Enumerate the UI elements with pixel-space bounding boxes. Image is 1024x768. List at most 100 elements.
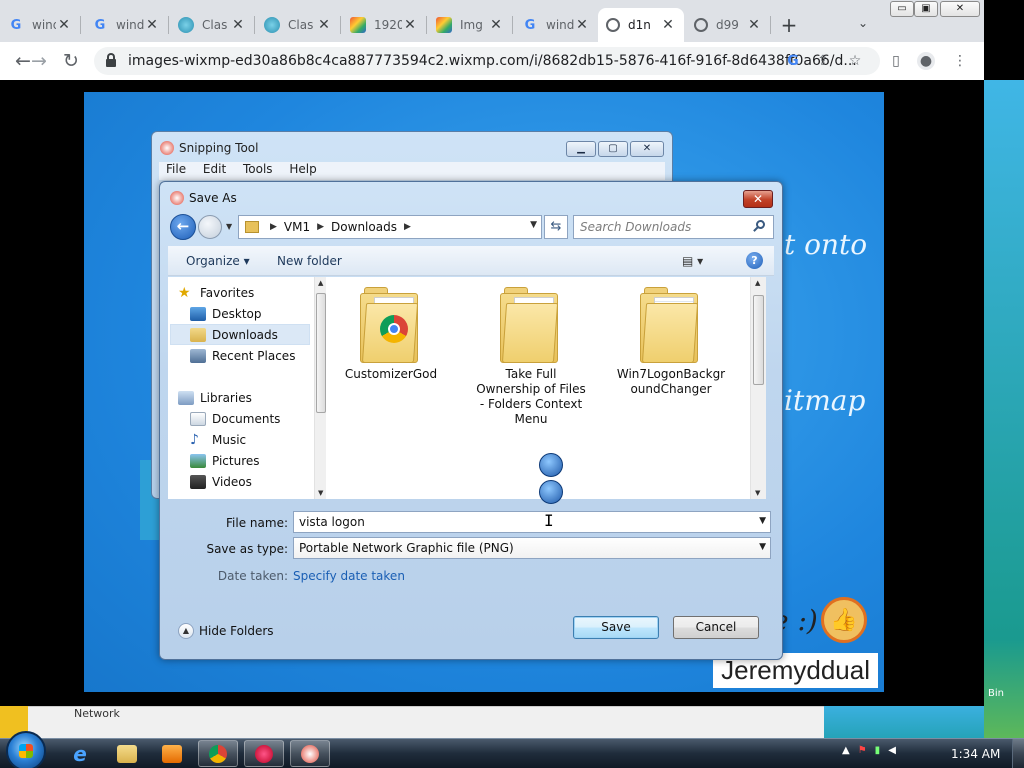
taskbar-explorer[interactable] (107, 740, 147, 767)
close-button[interactable]: ✕ (630, 141, 664, 157)
close-tab-icon[interactable]: ✕ (144, 17, 160, 33)
chevron-down-icon[interactable]: ▼ (759, 542, 766, 552)
scroll-down-icon[interactable]: ▼ (318, 489, 323, 497)
close-button[interactable]: ✕ (743, 190, 773, 208)
help-icon[interactable]: ? (746, 252, 763, 269)
scroll-up-icon[interactable]: ▲ (755, 279, 760, 287)
browser-tab[interactable]: G wind ✕ (514, 8, 598, 42)
windows-orb-icon[interactable] (539, 453, 563, 477)
scroll-down-icon[interactable]: ▼ (755, 489, 760, 497)
browser-tab[interactable]: Clas ✕ (256, 8, 340, 42)
close-tab-icon[interactable]: ✕ (230, 17, 246, 33)
recycle-bin-label[interactable]: Bin (988, 688, 1004, 699)
browser-tab[interactable]: d99 ✕ (686, 8, 770, 42)
close-tab-icon[interactable]: ✕ (56, 17, 72, 33)
change-view-icon[interactable]: ▤ ▾ (682, 254, 703, 268)
organize-button[interactable]: Organize ▾ (186, 254, 250, 268)
nav-desktop[interactable]: Desktop (190, 303, 262, 324)
chevron-right-icon[interactable]: ▶ (317, 222, 324, 232)
minimize-button[interactable]: ▭ (890, 1, 914, 17)
share-icon[interactable]: ⇪ (814, 52, 832, 70)
google-lens-icon[interactable]: G (784, 52, 802, 70)
new-folder-button[interactable]: New folder (277, 254, 342, 268)
browser-tab[interactable]: Clas ✕ (170, 8, 254, 42)
new-tab-button[interactable]: + (778, 14, 800, 36)
volume-icon[interactable]: ◀ (888, 745, 896, 756)
bookmark-star-icon[interactable]: ☆ (846, 52, 864, 70)
file-name-input[interactable]: vista logon ▼ (293, 511, 771, 533)
close-tab-icon[interactable]: ✕ (488, 17, 504, 33)
forward-arrow-icon[interactable] (198, 215, 222, 239)
windows-orb-icon[interactable] (539, 480, 563, 504)
taskbar-ie[interactable]: e (60, 740, 100, 767)
nav-music[interactable]: ♪ Music (190, 429, 246, 450)
chevron-down-icon[interactable]: ▼ (759, 516, 766, 526)
profile-avatar-icon[interactable]: ● (917, 52, 935, 70)
scroll-thumb[interactable] (316, 293, 326, 413)
network-icon[interactable]: ▮ (875, 745, 881, 756)
nav-pictures[interactable]: Pictures (190, 450, 260, 471)
folder-item[interactable]: Win7LogonBackgroundChanger (616, 287, 726, 397)
chevron-right-icon[interactable]: ▶ (270, 222, 277, 232)
menu-edit[interactable]: Edit (203, 162, 226, 176)
close-window-button[interactable]: ✕ (940, 1, 980, 17)
taskbar-app[interactable] (244, 740, 284, 767)
browser-tab-active[interactable]: d1n ✕ (598, 8, 684, 42)
nav-downloads[interactable]: Downloads (170, 324, 310, 345)
recent-locations-dropdown[interactable]: ▼ (226, 222, 232, 231)
specify-date-link[interactable]: Specify date taken (293, 569, 405, 583)
cancel-button[interactable]: Cancel (673, 616, 759, 639)
menu-tools[interactable]: Tools (243, 162, 273, 176)
tab-search-icon[interactable]: ⌄ (858, 16, 868, 30)
close-tab-icon[interactable]: ✕ (746, 17, 762, 33)
taskbar-media-player[interactable] (152, 740, 192, 767)
forward-button[interactable]: → (26, 48, 52, 74)
back-arrow-icon[interactable]: ← (170, 214, 196, 240)
chevron-down-icon[interactable]: ▼ (530, 220, 537, 230)
nav-videos[interactable]: Videos (190, 471, 252, 492)
breadcrumb-downloads[interactable]: Downloads (331, 220, 397, 234)
network-label[interactable]: Network (74, 707, 120, 720)
chevron-right-icon[interactable]: ▶ (404, 222, 411, 232)
taskbar-snipping-tool[interactable] (290, 740, 330, 767)
reload-button[interactable]: ↻ (58, 48, 84, 74)
start-button[interactable] (6, 731, 46, 768)
menu-file[interactable]: File (166, 162, 186, 176)
maximize-button[interactable]: ▣ (914, 1, 938, 17)
browser-tab[interactable]: G wind ✕ (84, 8, 168, 42)
minimize-button[interactable]: ▁ (566, 141, 596, 157)
nav-recent-places[interactable]: Recent Places (190, 345, 295, 366)
address-bar[interactable]: images-wixmp-ed30a86b8c4ca887773594c2.wi… (94, 47, 880, 75)
side-panel-icon[interactable]: ▯ (887, 52, 905, 70)
file-list-scrollbar[interactable]: ▲ ▼ (750, 277, 766, 499)
close-tab-icon[interactable]: ✕ (316, 17, 332, 33)
taskbar-chrome[interactable] (198, 740, 238, 767)
menu-help[interactable]: Help (289, 162, 316, 176)
nav-favorites[interactable]: ★ Favorites (178, 282, 254, 303)
nav-libraries[interactable]: Libraries (178, 387, 252, 408)
search-icon[interactable] (753, 220, 767, 234)
show-hidden-icons[interactable]: ▲ (842, 745, 850, 756)
breadcrumb-vm1[interactable]: VM1 (284, 220, 310, 234)
action-center-icon[interactable]: ⚑ (858, 745, 867, 756)
folder-item[interactable]: Take Full Ownership of Files - Folders C… (476, 287, 586, 427)
folder-item[interactable]: CustomizerGod (336, 287, 446, 382)
lock-icon[interactable] (106, 53, 116, 67)
browser-tab[interactable]: Img ✕ (428, 8, 512, 42)
save-button[interactable]: Save (573, 616, 659, 639)
close-tab-icon[interactable]: ✕ (402, 17, 418, 33)
address-breadcrumb[interactable]: ▶ VM1 ▶ Downloads ▶ ▼ (238, 215, 542, 239)
show-desktop-button[interactable] (1012, 739, 1024, 768)
scroll-up-icon[interactable]: ▲ (318, 279, 323, 287)
search-input[interactable]: Search Downloads (573, 215, 774, 239)
scroll-thumb[interactable] (753, 295, 764, 385)
close-tab-icon[interactable]: ✕ (660, 17, 676, 33)
refresh-icon[interactable]: ⇆ (544, 215, 568, 239)
nav-documents[interactable]: Documents (190, 408, 280, 429)
browser-tab[interactable]: G wind ✕ (0, 8, 80, 42)
browser-tab[interactable]: 1920 ✕ (342, 8, 426, 42)
close-tab-icon[interactable]: ✕ (574, 17, 590, 33)
menu-kebab-icon[interactable]: ⋮ (951, 52, 969, 70)
url-text[interactable]: images-wixmp-ed30a86b8c4ca887773594c2.wi… (128, 53, 857, 69)
hide-folders-button[interactable]: ▲ Hide Folders (178, 623, 274, 639)
